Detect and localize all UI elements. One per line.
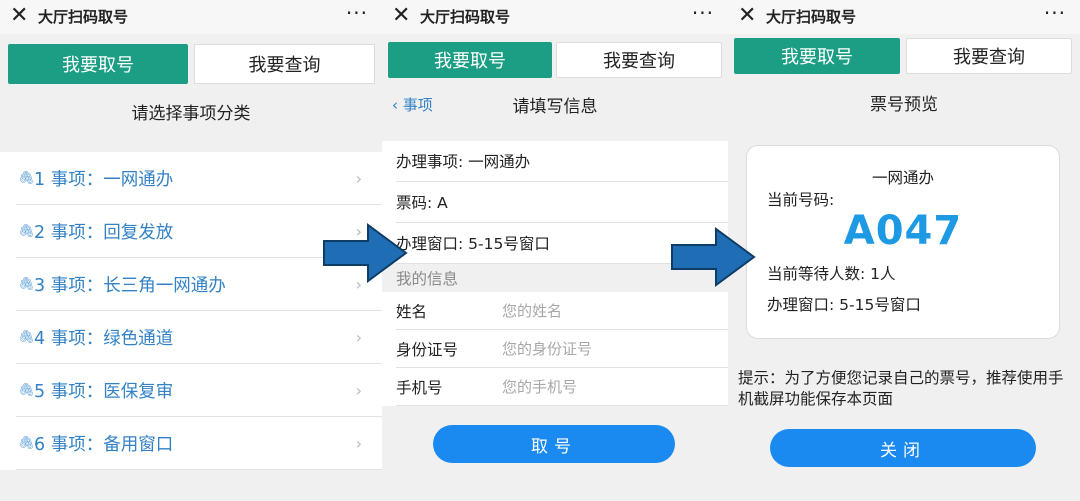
- service-window: 办理窗口: 5-15号窗口: [767, 296, 921, 314]
- arrow-right-icon: [671, 227, 756, 287]
- title-bar: ✕ 大厅扫码取号 ···: [382, 0, 728, 34]
- category-item[interactable]: 🖇 6 事项：备用窗口 ›: [16, 417, 382, 470]
- more-menu-icon[interactable]: ···: [1044, 0, 1066, 26]
- form-row: 身份证号: [396, 330, 728, 368]
- app-title: 大厅扫码取号: [420, 8, 511, 26]
- ticket-service-name: 一网通办: [871, 169, 934, 187]
- chevron-right-icon: ›: [355, 327, 362, 347]
- name-input[interactable]: [502, 301, 702, 320]
- get-number-button[interactable]: 取号: [433, 425, 675, 463]
- ticket-number: A047: [843, 208, 963, 254]
- category-label: 4 事项：绿色通道: [34, 328, 174, 349]
- personal-info-form: 姓名 身份证号 手机号: [382, 292, 728, 406]
- app-title: 大厅扫码取号: [766, 8, 857, 26]
- close-button[interactable]: 关闭: [770, 429, 1036, 467]
- more-menu-icon[interactable]: ···: [346, 0, 368, 26]
- category-item[interactable]: 🖇 4 事项：绿色通道 ›: [16, 311, 382, 364]
- back-label: 事项: [402, 96, 433, 114]
- page-heading: 票号预览: [728, 80, 1080, 124]
- paperclip-icon: 🖇: [18, 382, 35, 398]
- screen-ticket-preview: ✕ 大厅扫码取号 ··· 我要取号 我要查询 票号预览 一网通办 当前号码: A…: [728, 0, 1080, 501]
- form-row: 姓名: [396, 292, 728, 330]
- title-bar: ✕ 大厅扫码取号 ···: [0, 0, 382, 34]
- id-number-input[interactable]: [502, 339, 702, 358]
- category-label: 3 事项：长三角一网通办: [34, 275, 226, 296]
- category-label: 1 事项：一网通办: [34, 169, 174, 190]
- field-label: 身份证号: [396, 340, 459, 359]
- tab-get-number[interactable]: 我要取号: [734, 38, 900, 74]
- field-label: 手机号: [396, 378, 443, 397]
- category-item[interactable]: 🖇 5 事项：医保复审 ›: [16, 364, 382, 417]
- field-label: 姓名: [396, 302, 428, 321]
- more-menu-icon[interactable]: ···: [692, 0, 714, 26]
- category-item[interactable]: 🖇 1 事项：一网通办 ›: [16, 152, 382, 205]
- category-label: 2 事项：回复发放: [34, 222, 174, 243]
- ticket-card: 一网通办 当前号码: A047 当前等待人数: 1人 办理窗口: 5-15号窗口: [746, 145, 1060, 339]
- close-icon[interactable]: ✕: [10, 3, 28, 29]
- tab-query[interactable]: 我要查询: [556, 42, 722, 78]
- tab-query[interactable]: 我要查询: [194, 44, 375, 84]
- info-row: 办理事项: 一网通办: [396, 141, 728, 182]
- arrow-right-icon: [323, 223, 408, 283]
- chevron-right-icon: ›: [355, 380, 362, 400]
- chevron-left-icon: ‹: [392, 96, 398, 114]
- tab-get-number[interactable]: 我要取号: [8, 44, 188, 84]
- paperclip-icon: 🖇: [18, 223, 35, 239]
- paperclip-icon: 🖇: [18, 276, 35, 292]
- save-tip: 提示：为了方便您记录自己的票号，推荐使用手机截屏功能保存本页面: [738, 369, 1064, 408]
- form-row: 手机号: [396, 368, 728, 406]
- paperclip-icon: 🖇: [18, 435, 35, 451]
- category-list: 🖇 1 事项：一网通办 › 🖇 2 事项：回复发放 › 🖇 3 事项：长三角一网…: [0, 152, 382, 470]
- phone-input[interactable]: [502, 377, 702, 396]
- chevron-right-icon: ›: [355, 168, 362, 188]
- info-row: 票码: A: [396, 182, 728, 223]
- chevron-right-icon: ›: [355, 433, 362, 453]
- close-icon[interactable]: ✕: [738, 3, 756, 29]
- category-label: 5 事项：医保复审: [34, 381, 174, 402]
- page-heading: 请选择事项分类: [0, 88, 382, 134]
- app-title: 大厅扫码取号: [38, 8, 129, 26]
- back-link[interactable]: ‹ 事项: [392, 94, 433, 115]
- page-heading: 请填写信息: [382, 82, 728, 126]
- title-bar: ✕ 大厅扫码取号 ···: [728, 0, 1080, 34]
- tab-query[interactable]: 我要查询: [906, 38, 1072, 74]
- paperclip-icon: 🖇: [18, 329, 35, 345]
- current-number-label: 当前号码:: [767, 191, 835, 209]
- paperclip-icon: 🖇: [18, 170, 35, 186]
- close-icon[interactable]: ✕: [392, 3, 410, 29]
- waiting-count: 当前等待人数: 1人: [767, 265, 896, 283]
- tab-get-number[interactable]: 我要取号: [388, 42, 552, 78]
- category-label: 6 事项：备用窗口: [34, 434, 174, 455]
